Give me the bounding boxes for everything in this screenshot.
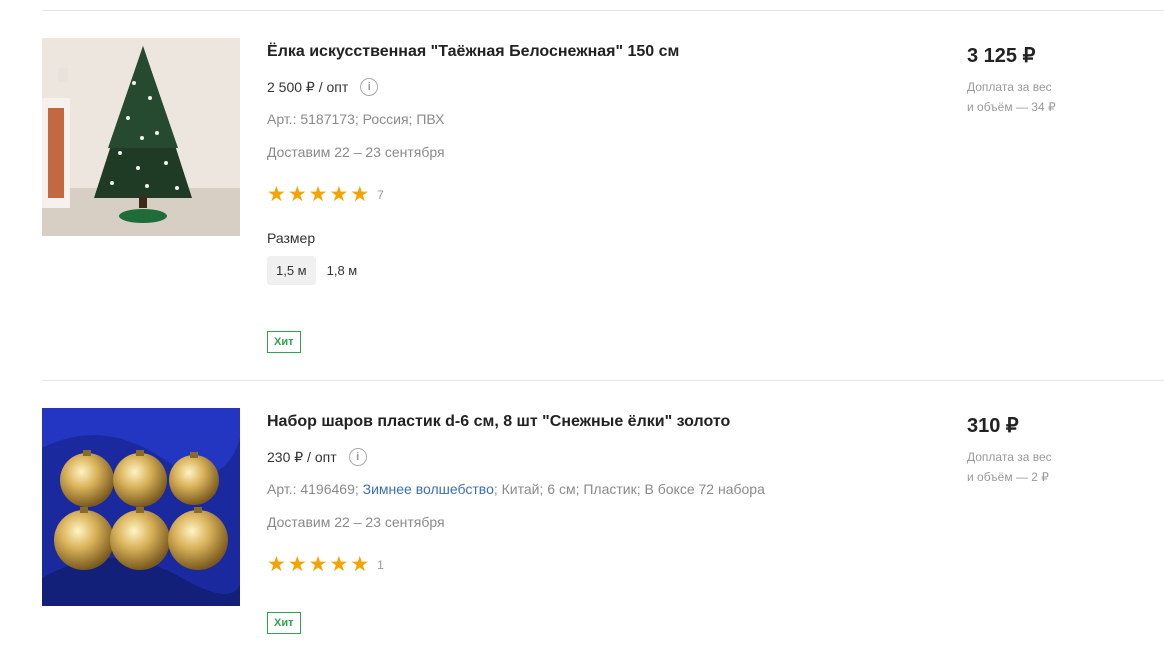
info-icon[interactable]: i: [348, 448, 367, 466]
star-icon: ★: [267, 553, 286, 576]
star-icon: ★: [350, 553, 370, 576]
wholesale-price-text: 230 ₽ / опт: [267, 448, 337, 465]
product-price: 310 ₽: [967, 415, 1019, 437]
delivery-date: Доставим 22 – 23 сентября: [267, 514, 445, 530]
hit-badge: Хит: [267, 612, 301, 634]
surcharge-line2: и объём — 2 ₽: [967, 470, 1049, 484]
size-selector: 1,5 м 1,8 м: [267, 256, 368, 285]
product-meta: Арт.: 4196469; Зимнее волшебство; Китай;…: [267, 481, 765, 497]
info-icon[interactable]: i: [360, 78, 379, 96]
wholesale-price: 2 500 ₽ / опт i: [267, 78, 379, 96]
product-image-ornaments[interactable]: [42, 408, 240, 606]
product-title[interactable]: Ёлка искусственная "Таёжная Белоснежная"…: [267, 43, 679, 61]
rating[interactable]: ★ ★ ★ ★ ★ 7: [267, 184, 384, 206]
surcharge-note: Доплата за вес и объём — 2 ₽: [967, 447, 1087, 487]
product-title[interactable]: Набор шаров пластик d-6 см, 8 шт "Снежны…: [267, 413, 730, 431]
top-divider: [42, 10, 1164, 11]
product-meta: Арт.: 5187173; Россия; ПВХ: [267, 111, 445, 127]
product-divider: [42, 380, 1164, 381]
hit-badge: Хит: [267, 331, 301, 353]
product-image-christmas-tree[interactable]: [42, 38, 240, 236]
rating-count[interactable]: 1: [377, 558, 384, 572]
star-icon: ★: [267, 183, 286, 206]
star-icon: ★: [308, 553, 328, 576]
surcharge-line1: Доплата за вес: [967, 80, 1052, 94]
collection-link[interactable]: Зимнее волшебство: [363, 481, 494, 497]
wholesale-price-text: 2 500 ₽ / опт: [267, 78, 349, 95]
star-icon: ★: [287, 183, 307, 206]
size-option-1-8m[interactable]: 1,8 м: [318, 256, 367, 285]
rating-count[interactable]: 7: [377, 188, 384, 202]
delivery-date: Доставим 22 – 23 сентября: [267, 144, 445, 160]
size-option-1-5m[interactable]: 1,5 м: [267, 256, 316, 285]
star-icon: ★: [329, 553, 349, 576]
star-icon: ★: [287, 553, 307, 576]
size-label: Размер: [267, 230, 316, 246]
surcharge-note: Доплата за вес и объём — 34 ₽: [967, 77, 1087, 117]
meta-details: ; Китай; 6 см; Пластик; В боксе 72 набор…: [493, 481, 765, 497]
surcharge-line2: и объём — 34 ₽: [967, 100, 1056, 114]
product-price: 3 125 ₽: [967, 45, 1036, 67]
wholesale-price: 230 ₽ / опт i: [267, 448, 367, 466]
star-icon: ★: [350, 183, 370, 206]
surcharge-line1: Доплата за вес: [967, 450, 1052, 464]
star-icon: ★: [329, 183, 349, 206]
meta-article: Арт.: 4196469;: [267, 481, 359, 497]
rating[interactable]: ★ ★ ★ ★ ★ 1: [267, 554, 384, 576]
star-icon: ★: [308, 183, 328, 206]
